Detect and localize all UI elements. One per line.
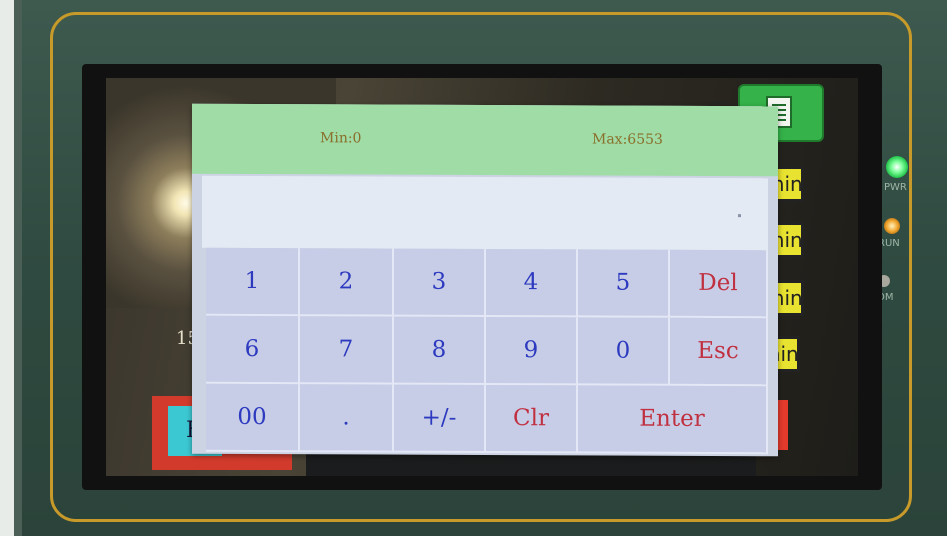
input-cursor: [738, 214, 741, 218]
escape-button[interactable]: Esc: [670, 317, 768, 387]
bezel-left-shadow: [14, 0, 22, 536]
led-pwr: [886, 156, 908, 178]
key-2[interactable]: 2: [300, 248, 394, 317]
key-1[interactable]: 1: [206, 247, 300, 317]
sign-toggle-button[interactable]: +/-: [394, 384, 486, 454]
bezel-left-edge: [0, 0, 14, 536]
key-8[interactable]: 8: [394, 316, 486, 386]
key-00[interactable]: 00: [206, 383, 300, 453]
max-label: Max:6553: [592, 131, 663, 148]
key-9[interactable]: 9: [486, 317, 578, 386]
value-display[interactable]: [202, 175, 768, 251]
keypad-header: Min:0 Max:6553: [192, 103, 778, 177]
key-6[interactable]: 6: [206, 315, 300, 385]
enter-button[interactable]: Enter: [578, 385, 768, 455]
min-label: Min:0: [320, 130, 362, 147]
led-run: [884, 218, 900, 234]
numeric-keypad-dialog: Min:0 Max:6553 1 2 3 4 5 Del 6 7 8 9 0 E…: [192, 103, 778, 457]
led-pwr-label: PWR: [884, 182, 907, 193]
key-decimal-point[interactable]: .: [300, 384, 394, 453]
key-5[interactable]: 5: [578, 249, 670, 318]
key-7[interactable]: 7: [300, 316, 394, 385]
key-4[interactable]: 4: [486, 249, 578, 318]
key-0[interactable]: 0: [578, 317, 670, 386]
key-3[interactable]: 3: [394, 248, 486, 318]
clear-button[interactable]: Clr: [486, 385, 578, 454]
delete-button[interactable]: Del: [670, 249, 768, 319]
